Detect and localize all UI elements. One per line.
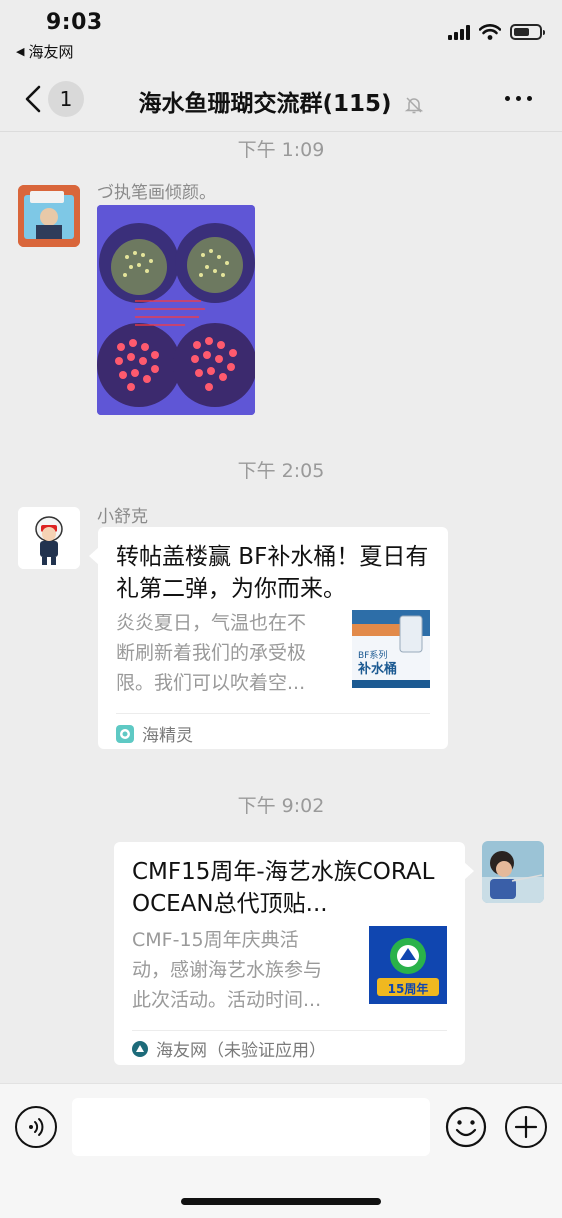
link-card-message[interactable]: 转帖盖楼赢 BF补水桶！夏日有礼第二弹，为你而来。 炎炎夏日，气温也在不断刷新着… bbox=[89, 527, 448, 749]
message-timestamp: 下午 9:02 bbox=[237, 795, 325, 817]
emoji-button[interactable] bbox=[445, 1106, 487, 1148]
home-indicator[interactable] bbox=[181, 1198, 381, 1205]
plus-icon bbox=[514, 1115, 538, 1139]
coral-photo-message[interactable] bbox=[97, 205, 255, 415]
link-card-title: 转帖盖楼赢 BF补水桶！夏日有礼第二弹，为你而来。 bbox=[116, 544, 429, 602]
card-divider bbox=[132, 1030, 447, 1031]
link-card-thumbnail: 15周年 bbox=[369, 926, 447, 1004]
sender-name: 小舒克 bbox=[97, 507, 148, 527]
source-app-icon bbox=[116, 724, 134, 743]
back-triangle-icon: ◀ bbox=[16, 45, 25, 58]
back-app-label: 海友网 bbox=[28, 43, 74, 61]
emoji-icon bbox=[445, 1106, 487, 1148]
thumbnail-text: 补水桶 bbox=[358, 662, 398, 677]
link-card-title: CMF15周年-海艺水族CORAL OCEAN总代顶贴... bbox=[132, 859, 435, 917]
status-icons bbox=[448, 24, 545, 40]
chat-title: 海水鱼珊瑚交流群(115) bbox=[138, 91, 392, 117]
avatar-image bbox=[482, 841, 544, 903]
avatar[interactable] bbox=[18, 507, 80, 569]
chat-title-row: 海水鱼珊瑚交流群(115) bbox=[0, 84, 562, 118]
sender-name: づ执笔画倾颜。 bbox=[97, 183, 216, 203]
voice-icon bbox=[29, 1118, 44, 1136]
link-card-source: 海精灵 bbox=[116, 721, 193, 746]
more-options-icon[interactable] bbox=[505, 96, 532, 101]
avatar-image bbox=[18, 185, 80, 247]
avatar[interactable] bbox=[18, 185, 80, 247]
status-bar: 9:03 ◀ 海友网 bbox=[0, 0, 562, 66]
more-actions-button[interactable] bbox=[505, 1106, 547, 1148]
chat-nav-bar: 1 海水鱼珊瑚交流群(115) bbox=[0, 66, 562, 132]
voice-input-button[interactable] bbox=[15, 1106, 57, 1148]
status-time: 9:03 bbox=[46, 10, 103, 35]
avatar[interactable] bbox=[482, 841, 544, 903]
message-timestamp: 下午 1:09 bbox=[237, 139, 325, 161]
link-card-description: CMF-15周年庆典活动，感谢海艺水族参与此次活动。活动时间... bbox=[132, 929, 323, 1011]
link-card-thumbnail: BF系列 补水桶 bbox=[352, 610, 430, 688]
wifi-icon bbox=[479, 24, 501, 40]
thumbnail-text: 15周年 bbox=[387, 982, 429, 996]
source-app-name: 海精灵 bbox=[142, 726, 193, 746]
card-divider bbox=[116, 713, 430, 714]
link-card-message[interactable]: CMF15周年-海艺水族CORAL OCEAN总代顶贴... CMF-15周年庆… bbox=[114, 842, 474, 1065]
message-timestamp: 下午 2:05 bbox=[237, 460, 325, 482]
source-app-icon bbox=[132, 1040, 148, 1057]
link-card-source: 海友网（未验证应用） bbox=[132, 1036, 326, 1061]
mute-bell-icon bbox=[404, 96, 423, 113]
avatar-image bbox=[18, 507, 80, 569]
source-app-name: 海友网（未验证应用） bbox=[156, 1041, 326, 1061]
back-to-app-link[interactable]: ◀ 海友网 bbox=[16, 41, 73, 62]
message-input[interactable] bbox=[72, 1098, 430, 1156]
coral-photo bbox=[97, 205, 255, 415]
link-card-description: 炎炎夏日，气温也在不断刷新着我们的承受极限。我们可以吹着空... bbox=[116, 612, 307, 694]
cellular-signal-icon bbox=[448, 24, 470, 40]
battery-icon bbox=[510, 24, 545, 40]
